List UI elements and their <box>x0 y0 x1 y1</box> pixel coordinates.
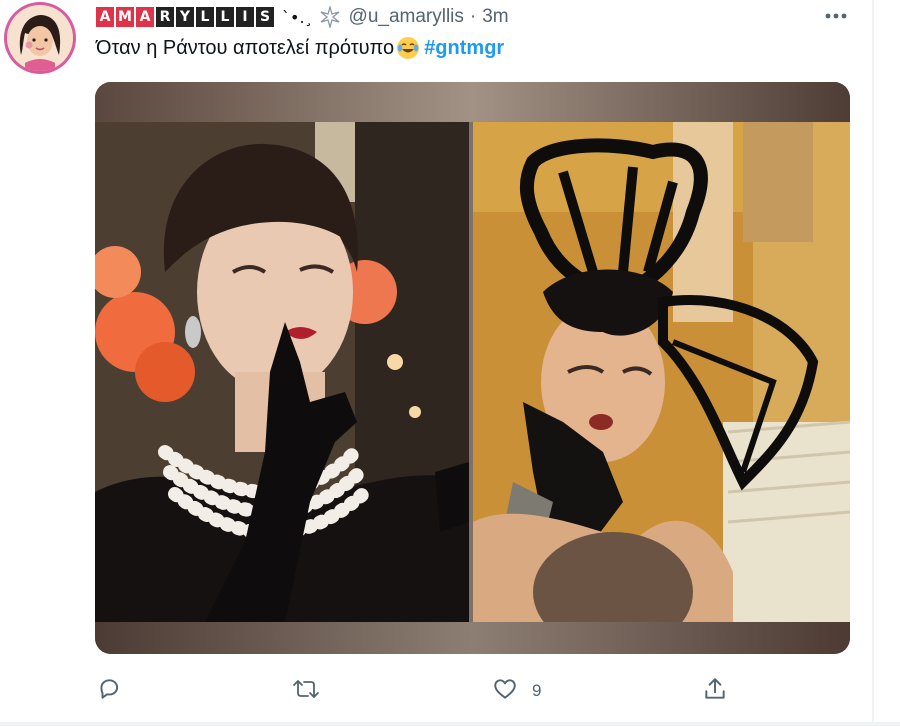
avatar[interactable] <box>4 2 76 74</box>
timestamp[interactable]: 3m <box>482 6 508 28</box>
separator: · <box>469 6 477 27</box>
name-letter: Y <box>176 7 194 27</box>
tweet-body: Όταν η Ράντου αποτελεί πρότυπο <box>96 36 395 59</box>
reply-button[interactable] <box>96 674 122 708</box>
like-icon <box>492 676 518 707</box>
laughing-tears-emoji-icon <box>396 36 420 60</box>
sparkle-icon <box>319 6 341 28</box>
name-letter: A <box>96 7 114 27</box>
user-handle[interactable]: @u_amaryllis <box>349 6 464 28</box>
name-letter: R <box>156 7 174 27</box>
photo-right <box>473 122 850 622</box>
avatar-illustration <box>7 5 73 71</box>
retweet-button[interactable] <box>292 674 320 708</box>
name-letter: I <box>236 7 254 27</box>
more-dots-icon <box>824 7 848 25</box>
share-icon <box>702 676 728 707</box>
portrait-woman-black-gloves <box>95 122 469 622</box>
screenshot-woman-black-headpiece <box>473 122 850 622</box>
media-frame-top <box>95 82 850 122</box>
name-letter: S <box>256 7 274 27</box>
retweet-icon <box>292 676 320 707</box>
hashtag-link[interactable]: #gntmgr <box>424 37 504 60</box>
like-button[interactable]: 9 <box>492 674 541 708</box>
more-options-button[interactable] <box>818 2 854 30</box>
action-bar: 9 <box>96 674 736 708</box>
name-letter: L <box>196 7 214 27</box>
right-border <box>872 0 874 726</box>
tweet-text: Όταν η Ράντου αποτελεί πρότυπο #gntmgr <box>96 36 504 60</box>
like-count: 9 <box>532 681 542 700</box>
reply-icon <box>96 676 122 707</box>
media-frame-bottom <box>95 622 850 654</box>
bottom-border <box>0 722 900 726</box>
name-letter: M <box>116 7 134 27</box>
name-suffix: `•.¸ <box>282 7 313 27</box>
name-letter: A <box>136 7 154 27</box>
photo-left <box>95 122 469 622</box>
display-name[interactable]: A M A R Y L L I S `•.¸ <box>96 6 341 28</box>
tweet-header: A M A R Y L L I S `•.¸ @u_amaryllis · 3m <box>96 4 509 30</box>
name-letter: L <box>216 7 234 27</box>
share-button[interactable] <box>702 674 728 708</box>
tweet-media[interactable] <box>95 82 850 654</box>
